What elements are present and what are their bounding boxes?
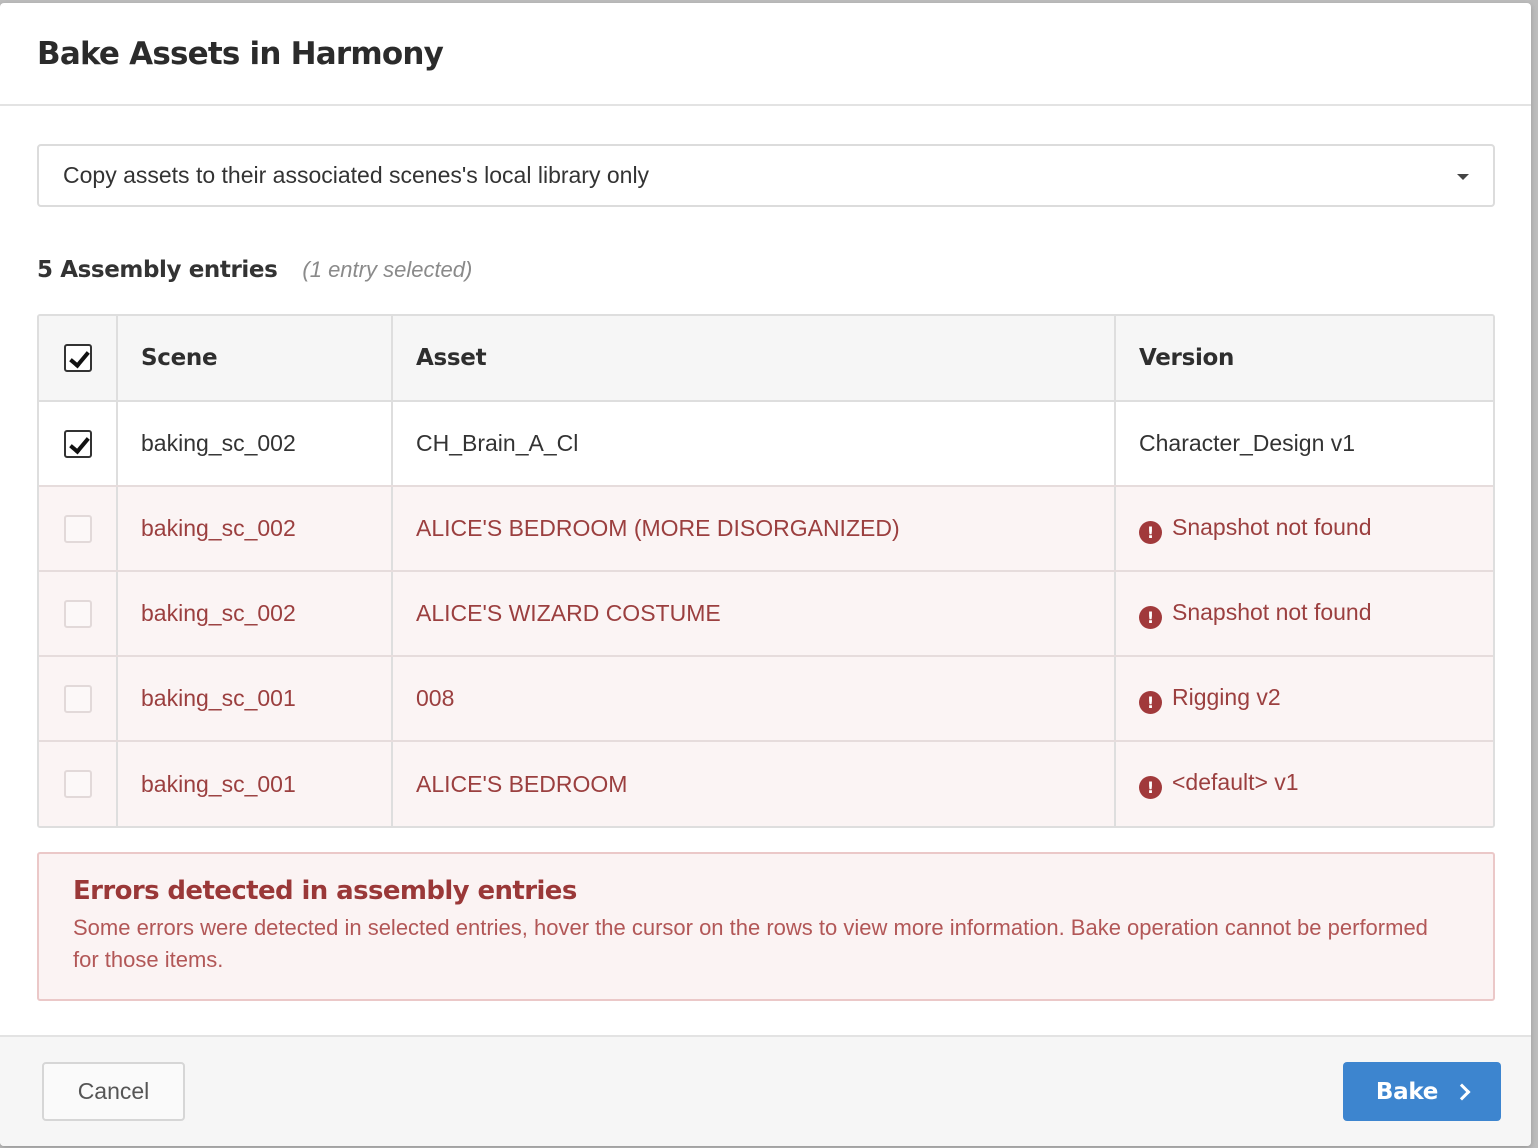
version-cell: ! Rigging v2 bbox=[1115, 656, 1493, 742]
exclamation-circle-icon: ! bbox=[1139, 605, 1162, 629]
table-row[interactable]: baking_sc_002 ALICE'S BEDROOM (MORE DISO… bbox=[39, 486, 1493, 572]
column-header-asset[interactable]: Asset bbox=[392, 316, 1116, 402]
row-checkbox[interactable] bbox=[63, 429, 92, 458]
column-header-scene[interactable]: Scene bbox=[117, 316, 393, 402]
entries-heading: 5 Assembly entries (1 entry selected) bbox=[37, 257, 1494, 291]
table-row[interactable]: baking_sc_001 008 ! Rigging v2 bbox=[39, 656, 1493, 742]
table-body: baking_sc_002 CH_Brain_A_Cl Character_De… bbox=[39, 401, 1493, 826]
version-text: <default> v1 bbox=[1172, 769, 1299, 795]
bake-button-label: Bake bbox=[1375, 1078, 1439, 1105]
error-alert: Errors detected in assembly entries Some… bbox=[37, 852, 1495, 1001]
chevron-right-icon bbox=[1453, 1083, 1471, 1101]
row-checkbox bbox=[63, 770, 92, 799]
row-checkbox-cell bbox=[39, 401, 118, 487]
dialog-footer: Cancel Bake bbox=[0, 1035, 1531, 1146]
asset-cell: ALICE'S BEDROOM bbox=[392, 741, 1116, 826]
column-header-version[interactable]: Version bbox=[1115, 316, 1493, 402]
exclamation-circle-icon: ! bbox=[1139, 776, 1162, 799]
asset-cell: CH_Brain_A_Cl bbox=[392, 401, 1116, 487]
row-checkbox bbox=[63, 684, 92, 713]
exclamation-circle-icon: ! bbox=[1139, 690, 1162, 714]
dialog-title: Bake Assets in Harmony bbox=[37, 35, 444, 72]
scene-cell: baking_sc_002 bbox=[117, 401, 393, 487]
scene-cell: baking_sc_001 bbox=[117, 741, 393, 826]
scene-cell: baking_sc_002 bbox=[117, 571, 393, 657]
assembly-entries-table: Scene Asset Version baking_sc_002 CH_Bra… bbox=[37, 314, 1495, 828]
error-alert-title: Errors detected in assembly entries bbox=[73, 876, 577, 906]
select-all-checkbox[interactable] bbox=[63, 344, 92, 372]
row-checkbox bbox=[63, 514, 92, 543]
version-cell: ! Snapshot not found bbox=[1115, 571, 1493, 657]
version-text: Snapshot not found bbox=[1172, 513, 1372, 540]
dialog-header: Bake Assets in Harmony bbox=[0, 3, 1531, 106]
row-checkbox-cell bbox=[39, 571, 118, 657]
version-cell: ! Snapshot not found bbox=[1115, 486, 1493, 572]
bake-mode-select-value: Copy assets to their associated scenes's… bbox=[63, 162, 650, 188]
bake-assets-dialog: Bake Assets in Harmony Copy assets to th… bbox=[0, 3, 1531, 1146]
asset-cell: ALICE'S BEDROOM (MORE DISORGANIZED) bbox=[392, 486, 1116, 572]
exclamation-circle-icon: ! bbox=[1139, 520, 1162, 544]
asset-cell: ALICE'S WIZARD COSTUME bbox=[392, 571, 1116, 657]
bake-button[interactable]: Bake bbox=[1343, 1062, 1501, 1121]
asset-cell: 008 bbox=[392, 656, 1116, 742]
table-row[interactable]: baking_sc_001 ALICE'S BEDROOM ! <default>… bbox=[39, 741, 1493, 826]
select-all-cell bbox=[39, 316, 118, 402]
scene-cell: baking_sc_002 bbox=[117, 486, 393, 572]
row-checkbox-cell bbox=[39, 486, 118, 572]
cancel-button[interactable]: Cancel bbox=[42, 1062, 185, 1121]
row-checkbox-cell bbox=[39, 741, 118, 826]
version-text: Rigging v2 bbox=[1172, 683, 1281, 710]
version-cell: Character_Design v1 bbox=[1115, 401, 1493, 487]
caret-down-icon bbox=[1457, 173, 1469, 180]
row-checkbox bbox=[63, 599, 92, 628]
row-checkbox-cell bbox=[39, 656, 118, 742]
table-row[interactable]: baking_sc_002 CH_Brain_A_Cl Character_De… bbox=[39, 401, 1493, 487]
table-header-row: Scene Asset Version bbox=[39, 316, 1493, 402]
error-alert-message: Some errors were detected in selected en… bbox=[73, 915, 1428, 972]
dialog-body: Copy assets to their associated scenes's… bbox=[0, 106, 1531, 1001]
version-text: Snapshot not found bbox=[1172, 598, 1372, 625]
bake-mode-select[interactable]: Copy assets to their associated scenes's… bbox=[37, 144, 1495, 207]
table-row[interactable]: baking_sc_002 ALICE'S WIZARD COSTUME ! Sn… bbox=[39, 571, 1493, 657]
entries-selected-count: (1 entry selected) bbox=[302, 257, 473, 282]
scene-cell: baking_sc_001 bbox=[117, 656, 393, 742]
version-cell: ! <default> v1 bbox=[1115, 741, 1493, 826]
entries-count: 5 Assembly entries bbox=[37, 257, 278, 283]
